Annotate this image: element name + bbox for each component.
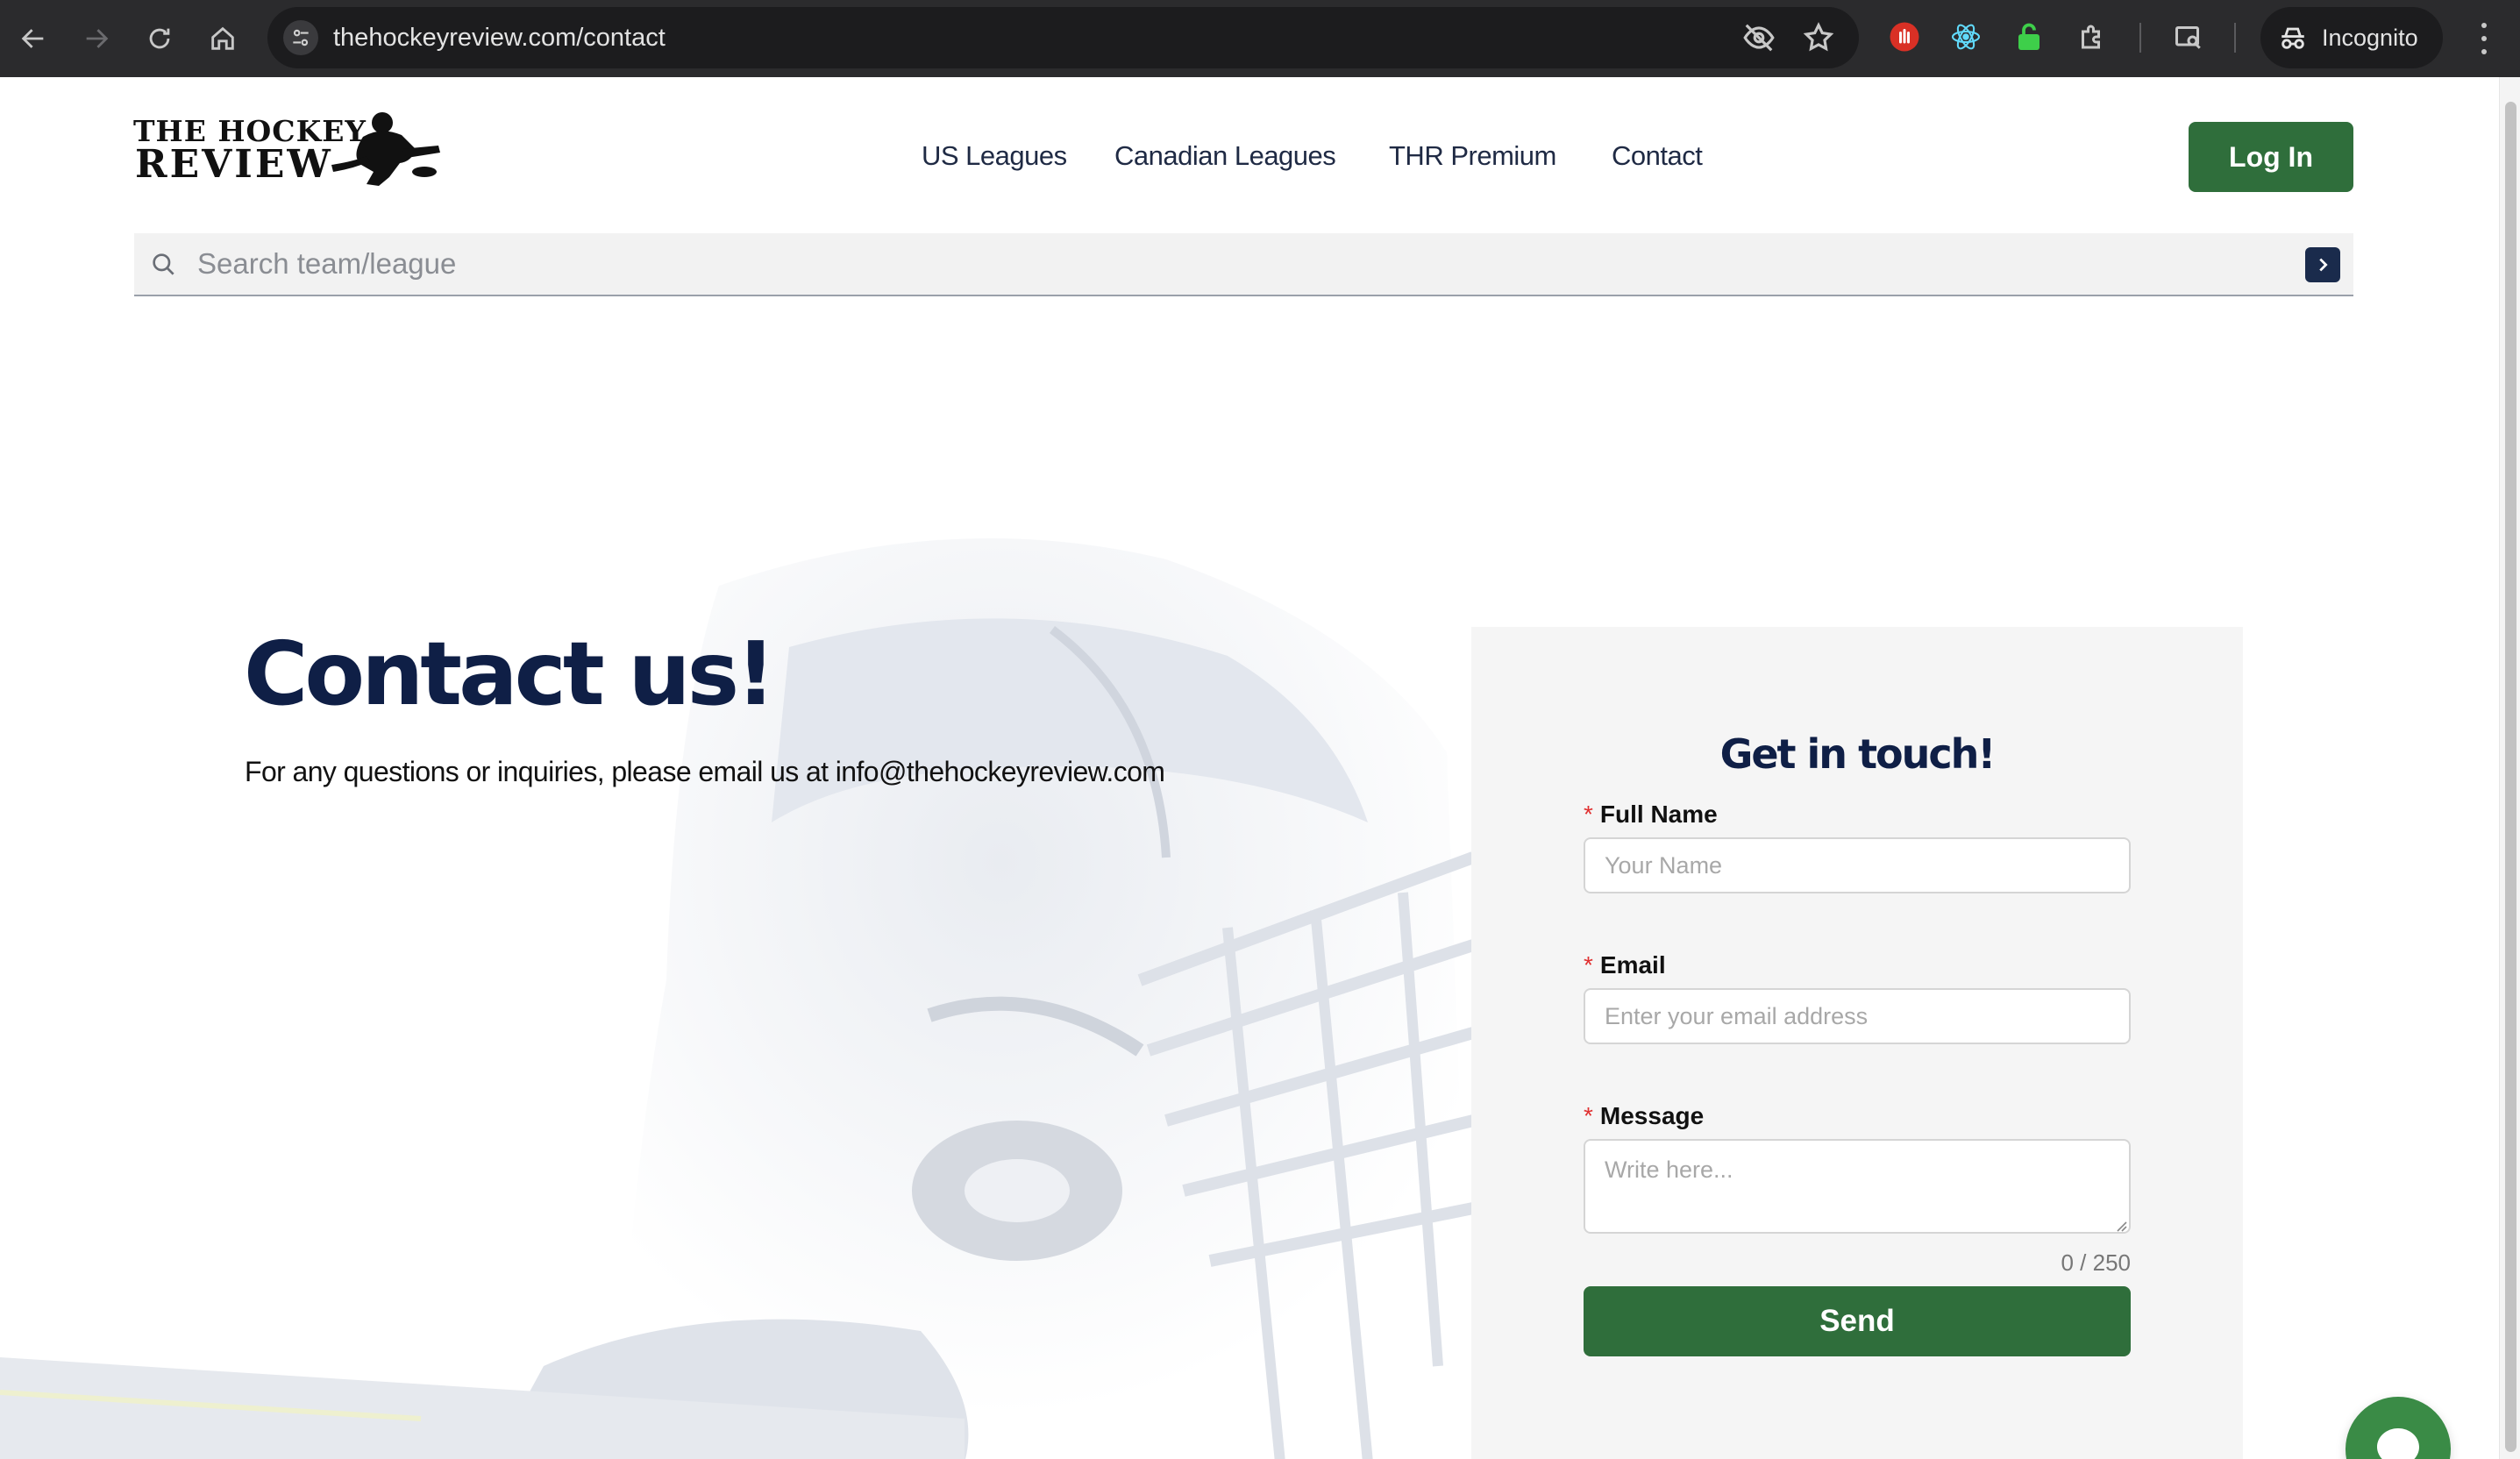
page-scrollbar[interactable]: [2499, 77, 2520, 1459]
site-settings-icon[interactable]: [283, 20, 318, 55]
incognito-indicator[interactable]: Incognito: [2260, 7, 2443, 68]
full-name-label: * Full Name: [1584, 801, 1718, 828]
eye-off-icon[interactable]: [1742, 21, 1776, 54]
page-title: Contact us!: [244, 623, 776, 725]
search-submit-button[interactable]: [2305, 247, 2340, 282]
star-icon[interactable]: [1802, 21, 1835, 54]
send-button[interactable]: Send: [1584, 1286, 2131, 1356]
chevron-right-icon: [2319, 258, 2328, 272]
main-nav: US Leagues Canadian Leagues THR Premium …: [0, 140, 2499, 175]
full-name-input[interactable]: [1584, 837, 2131, 893]
resize-handle-icon[interactable]: [2113, 1218, 2127, 1232]
puzzle-icon[interactable]: [2073, 18, 2111, 56]
nav-canadian-leagues[interactable]: Canadian Leagues: [1114, 140, 1336, 172]
incognito-icon: [2282, 27, 2304, 49]
message-textarea[interactable]: [1584, 1139, 2131, 1234]
contact-description: For any questions or inquiries, please e…: [245, 756, 1165, 787]
message-label: * Message: [1584, 1102, 1705, 1129]
extension-hand-icon[interactable]: [1885, 18, 1924, 56]
search-icon: [153, 253, 174, 275]
scrollbar-thumb[interactable]: [2505, 102, 2516, 1452]
nav-us-leagues[interactable]: US Leagues: [922, 140, 1067, 172]
search-input[interactable]: [197, 233, 2214, 295]
browser-toolbar: thehockeyreview.com/contact Incognito: [0, 0, 2520, 77]
url-text[interactable]: thehockeyreview.com/contact: [333, 7, 666, 68]
chat-icon: [2377, 1428, 2419, 1459]
nav-thr-premium[interactable]: THR Premium: [1389, 140, 1556, 172]
reload-icon[interactable]: [137, 16, 182, 61]
form-title: Get in touch!: [1719, 730, 1997, 778]
toolbar-divider: [2234, 23, 2236, 53]
login-button[interactable]: Log In: [2189, 122, 2353, 192]
required-mark: *: [1584, 801, 1593, 828]
forward-icon[interactable]: [74, 16, 119, 61]
back-icon[interactable]: [11, 16, 56, 61]
search-bar: [134, 233, 2353, 296]
email-input[interactable]: [1584, 988, 2131, 1044]
extension-react-icon[interactable]: [1947, 18, 1985, 56]
web-page: THE HOCKEY REVIEW US Leagues Canadian Le…: [0, 77, 2499, 1459]
chat-widget-button[interactable]: [2346, 1397, 2451, 1459]
address-bar[interactable]: thehockeyreview.com/contact: [267, 7, 1859, 68]
extension-lock-icon[interactable]: [2010, 18, 2048, 56]
toolbar-divider: [2139, 23, 2141, 53]
required-mark: *: [1584, 1102, 1593, 1129]
tab-search-icon[interactable]: [2169, 18, 2208, 56]
more-icon[interactable]: [2471, 19, 2497, 58]
incognito-label: Incognito: [2322, 24, 2418, 51]
required-mark: *: [1584, 951, 1593, 979]
home-icon[interactable]: [200, 16, 246, 61]
character-counter: 0 / 250: [2061, 1249, 2131, 1276]
email-label: * Email: [1584, 951, 1666, 979]
contact-form-panel: Get in touch! *Full Name *Email *Message…: [1471, 627, 2243, 1459]
nav-contact[interactable]: Contact: [1612, 140, 1703, 172]
